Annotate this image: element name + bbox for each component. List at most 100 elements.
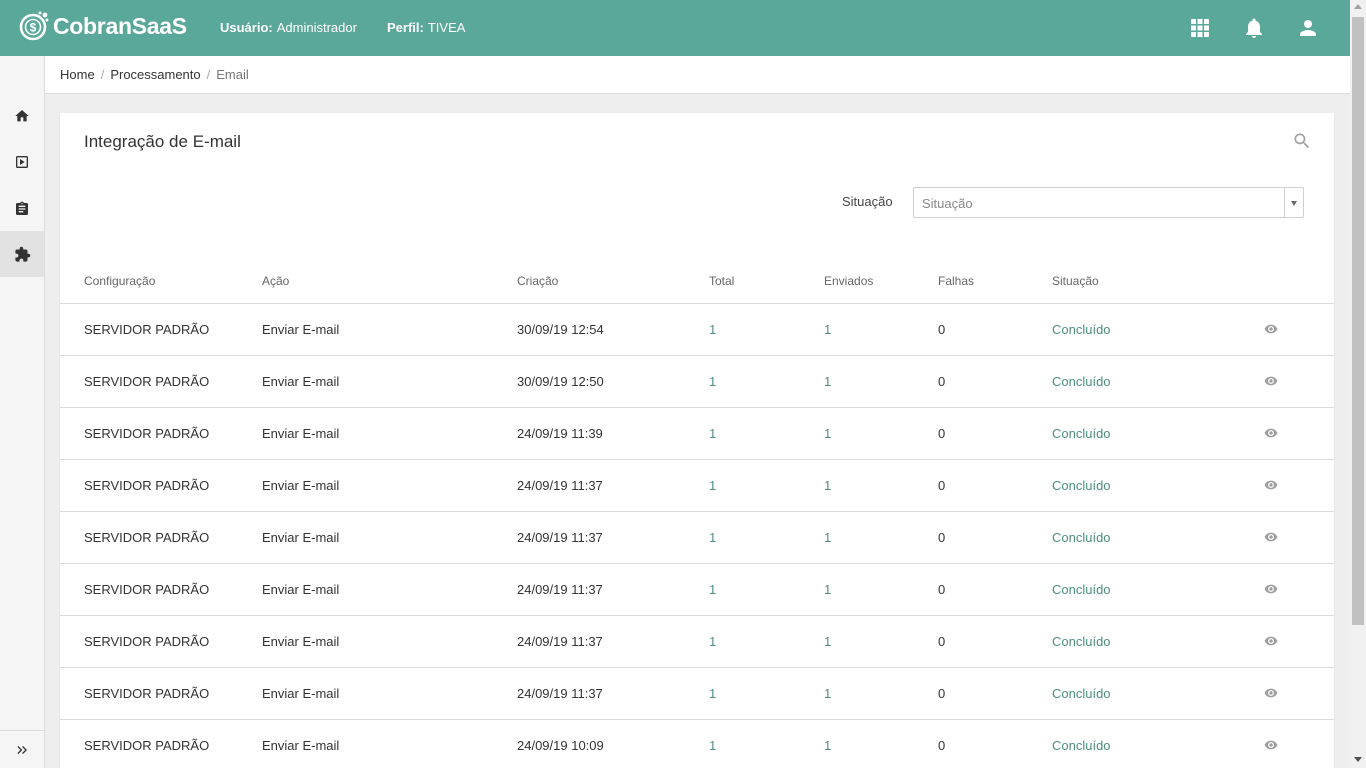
cell-acao: Enviar E-mail — [262, 738, 340, 753]
eye-icon[interactable] — [1262, 634, 1280, 648]
cell-criacao: 24/09/19 11:37 — [517, 686, 603, 701]
column-header-falhas[interactable]: Falhas — [938, 274, 974, 288]
sidebar-expand-button[interactable] — [0, 730, 44, 768]
cell-acao: Enviar E-mail — [262, 374, 340, 389]
cell-criacao: 24/09/19 11:37 — [517, 634, 603, 649]
apps-grid-icon[interactable] — [1188, 16, 1212, 40]
breadcrumb-processamento[interactable]: Processamento — [110, 67, 200, 82]
sidebar-item-home[interactable] — [0, 93, 44, 139]
cell-criacao: 30/09/19 12:50 — [517, 374, 604, 389]
cell-configuracao: SERVIDOR PADRÃO — [84, 634, 210, 649]
cell-configuracao: SERVIDOR PADRÃO — [84, 582, 210, 597]
table-row[interactable]: SERVIDOR PADRÃO Enviar E-mail 30/09/19 1… — [60, 304, 1334, 356]
eye-icon[interactable] — [1262, 738, 1280, 752]
cell-configuracao: SERVIDOR PADRÃO — [84, 322, 210, 337]
breadcrumb-current: Email — [216, 67, 249, 82]
table-row[interactable]: SERVIDOR PADRÃO Enviar E-mail 24/09/19 1… — [60, 720, 1334, 768]
cell-criacao: 24/09/19 11:39 — [517, 426, 603, 441]
situacao-filter-select[interactable]: Situação — [913, 187, 1304, 218]
current-user: Usuário: Administrador — [220, 20, 357, 35]
clipboard-icon — [16, 201, 28, 215]
sidebar-item-integrations[interactable] — [0, 231, 44, 277]
cell-configuracao: SERVIDOR PADRÃO — [84, 686, 210, 701]
dropdown-toggle[interactable] — [1284, 188, 1303, 217]
table-header: Configuração Ação Criação Total Enviados… — [60, 258, 1334, 304]
breadcrumb-bar: Home / Processamento / Email — [45, 56, 1350, 94]
video-play-icon — [16, 156, 28, 168]
eye-icon[interactable] — [1262, 426, 1280, 440]
profile-label: Perfil: — [387, 20, 424, 35]
cell-enviados: 1 — [824, 426, 832, 441]
cell-total: 1 — [709, 374, 717, 389]
cell-enviados: 1 — [824, 530, 832, 545]
table-row[interactable]: SERVIDOR PADRÃO Enviar E-mail 30/09/19 1… — [60, 356, 1334, 408]
sidebar-item-reports[interactable] — [0, 186, 44, 232]
breadcrumb: Home / Processamento / Email — [60, 67, 249, 82]
breadcrumb-separator: / — [206, 67, 211, 82]
cell-criacao: 24/09/19 11:37 — [517, 582, 603, 597]
column-header-configuracao[interactable]: Configuração — [84, 274, 155, 288]
situacao-filter-placeholder: Situação — [922, 196, 973, 211]
cell-criacao: 24/09/19 11:37 — [517, 478, 603, 493]
eye-icon[interactable] — [1262, 374, 1280, 388]
cell-situacao: Concluído — [1052, 738, 1111, 753]
cell-falhas: 0 — [938, 478, 946, 493]
app-logo[interactable]: $ CobranSaaS — [18, 10, 187, 42]
bell-icon[interactable] — [1242, 16, 1266, 40]
column-header-criacao[interactable]: Criação — [517, 274, 558, 288]
cell-enviados: 1 — [824, 686, 832, 701]
table-row[interactable]: SERVIDOR PADRÃO Enviar E-mail 24/09/19 1… — [60, 668, 1334, 720]
cell-total: 1 — [709, 634, 717, 649]
cell-situacao: Concluído — [1052, 686, 1111, 701]
table-row[interactable]: SERVIDOR PADRÃO Enviar E-mail 24/09/19 1… — [60, 460, 1334, 512]
cell-situacao: Concluído — [1052, 322, 1111, 337]
cell-total: 1 — [709, 322, 717, 337]
breadcrumb-separator: / — [100, 67, 105, 82]
scroll-up-arrow-icon[interactable] — [1354, 4, 1362, 9]
cell-configuracao: SERVIDOR PADRÃO — [84, 426, 210, 441]
column-header-total[interactable]: Total — [709, 274, 734, 288]
cell-situacao: Concluído — [1052, 426, 1111, 441]
column-header-situacao[interactable]: Situação — [1052, 274, 1099, 288]
page-scrollbar[interactable] — [1350, 0, 1366, 768]
table-row[interactable]: SERVIDOR PADRÃO Enviar E-mail 24/09/19 1… — [60, 564, 1334, 616]
cell-acao: Enviar E-mail — [262, 582, 340, 597]
cell-configuracao: SERVIDOR PADRÃO — [84, 738, 210, 753]
cell-configuracao: SERVIDOR PADRÃO — [84, 530, 210, 545]
cell-acao: Enviar E-mail — [262, 478, 340, 493]
cell-total: 1 — [709, 582, 717, 597]
eye-icon[interactable] — [1262, 582, 1280, 596]
cell-criacao: 30/09/19 12:54 — [517, 322, 604, 337]
cell-falhas: 0 — [938, 426, 946, 441]
breadcrumb-home[interactable]: Home — [60, 67, 95, 82]
eye-icon[interactable] — [1262, 686, 1280, 700]
table-row[interactable]: SERVIDOR PADRÃO Enviar E-mail 24/09/19 1… — [60, 408, 1334, 460]
sidebar — [0, 56, 45, 768]
cell-enviados: 1 — [824, 634, 832, 649]
column-header-acao[interactable]: Ação — [262, 274, 289, 288]
caret-down-icon — [1291, 201, 1297, 206]
column-header-enviados[interactable]: Enviados — [824, 274, 873, 288]
cell-enviados: 1 — [824, 374, 832, 389]
cell-acao: Enviar E-mail — [262, 686, 340, 701]
cell-criacao: 24/09/19 11:37 — [517, 530, 603, 545]
cell-total: 1 — [709, 530, 717, 545]
cell-falhas: 0 — [938, 582, 946, 597]
eye-icon[interactable] — [1262, 478, 1280, 492]
cell-situacao: Concluído — [1052, 634, 1111, 649]
user-icon[interactable] — [1296, 16, 1320, 40]
home-icon — [15, 110, 29, 122]
table-row[interactable]: SERVIDOR PADRÃO Enviar E-mail 24/09/19 1… — [60, 616, 1334, 668]
search-icon[interactable] — [1292, 131, 1312, 151]
cell-situacao: Concluído — [1052, 530, 1111, 545]
cell-criacao: 24/09/19 10:09 — [517, 738, 604, 753]
profile-value: TIVEA — [427, 20, 466, 35]
sidebar-item-media[interactable] — [0, 139, 44, 185]
eye-icon[interactable] — [1262, 530, 1280, 544]
cell-enviados: 1 — [824, 582, 832, 597]
table-row[interactable]: SERVIDOR PADRÃO Enviar E-mail 24/09/19 1… — [60, 512, 1334, 564]
scroll-thumb[interactable] — [1352, 17, 1364, 625]
scroll-down-arrow-icon[interactable] — [1354, 757, 1362, 762]
eye-icon[interactable] — [1262, 322, 1280, 336]
top-app-bar: $ CobranSaaS Usuário: Administrador Perfi… — [0, 0, 1350, 56]
